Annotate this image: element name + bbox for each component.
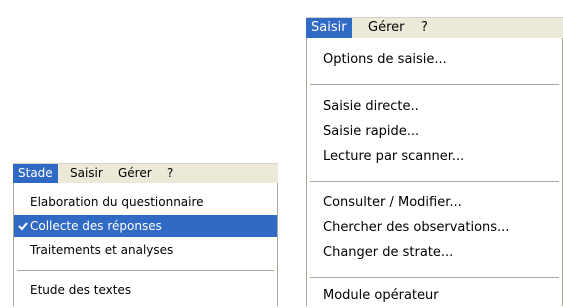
menu-separator [310, 84, 559, 85]
menu-item-label: Lecture par scanner... [323, 149, 465, 164]
menu-separator [310, 277, 559, 278]
menubar-right: Saisir Gérer ? [306, 17, 563, 38]
menu-item-label: Consulter / Modifier... [323, 195, 462, 210]
menu-item-label: Saisie rapide... [323, 124, 420, 139]
saisir-menu-screenshot: Saisir Gérer ? Options de saisie... Sais… [306, 17, 563, 306]
menu-item-label: Collecte des réponses [30, 219, 162, 233]
menu-item-elaboration-questionnaire[interactable]: Elaboration du questionnaire [14, 191, 277, 213]
menu-item-etude-textes[interactable]: Etude des textes [14, 279, 277, 301]
menu-item-consulter-modifier[interactable]: Consulter / Modifier... [307, 191, 562, 215]
menu-separator [17, 270, 274, 271]
menu-item-label: Traitements et analyses [30, 243, 174, 257]
menu-item-label: Chercher des observations... [323, 220, 510, 235]
menu-item-traitements-analyses[interactable]: Traitements et analyses [14, 239, 277, 261]
menu-item-label: Module opérateur [323, 288, 439, 303]
check-icon [18, 222, 28, 231]
menu-gerer[interactable]: Gérer [363, 18, 409, 38]
menu-item-lecture-scanner[interactable]: Lecture par scanner... [307, 145, 562, 169]
menu-item-options-saisie[interactable]: Options de saisie... [307, 48, 562, 72]
menu-item-collecte-reponses[interactable]: Collecte des réponses [14, 215, 277, 237]
stade-menu-screenshot: Stade Saisir Gérer ? Elaboration du ques… [13, 163, 278, 306]
menu-stade[interactable]: Stade [13, 164, 58, 183]
menu-item-label: Saisie directe.. [323, 99, 419, 114]
menu-item-label: Changer de strate... [323, 245, 454, 260]
menu-saisir[interactable]: Saisir [65, 164, 108, 183]
menu-item-module-operateur[interactable]: Module opérateur [307, 284, 562, 308]
menu-gerer[interactable]: Gérer [113, 164, 157, 183]
menu-item-chercher-observations[interactable]: Chercher des observations... [307, 216, 562, 240]
menu-item-label: Etude des textes [30, 283, 132, 297]
menu-help[interactable]: ? [416, 18, 433, 38]
menu-item-label: Elaboration du questionnaire [30, 195, 204, 209]
menu-item-changer-strate[interactable]: Changer de strate... [307, 241, 562, 265]
menu-item-saisie-directe[interactable]: Saisie directe.. [307, 95, 562, 119]
menu-item-saisie-rapide[interactable]: Saisie rapide... [307, 120, 562, 144]
saisir-dropdown: Options de saisie... Saisie directe.. Sa… [306, 38, 563, 306]
menu-saisir[interactable]: Saisir [306, 18, 352, 38]
menu-separator [310, 181, 559, 182]
menu-help[interactable]: ? [162, 164, 178, 183]
stade-dropdown: Elaboration du questionnaire Collecte de… [13, 183, 278, 306]
menu-item-label: Options de saisie... [323, 52, 447, 67]
menubar-left: Stade Saisir Gérer ? [13, 163, 278, 183]
